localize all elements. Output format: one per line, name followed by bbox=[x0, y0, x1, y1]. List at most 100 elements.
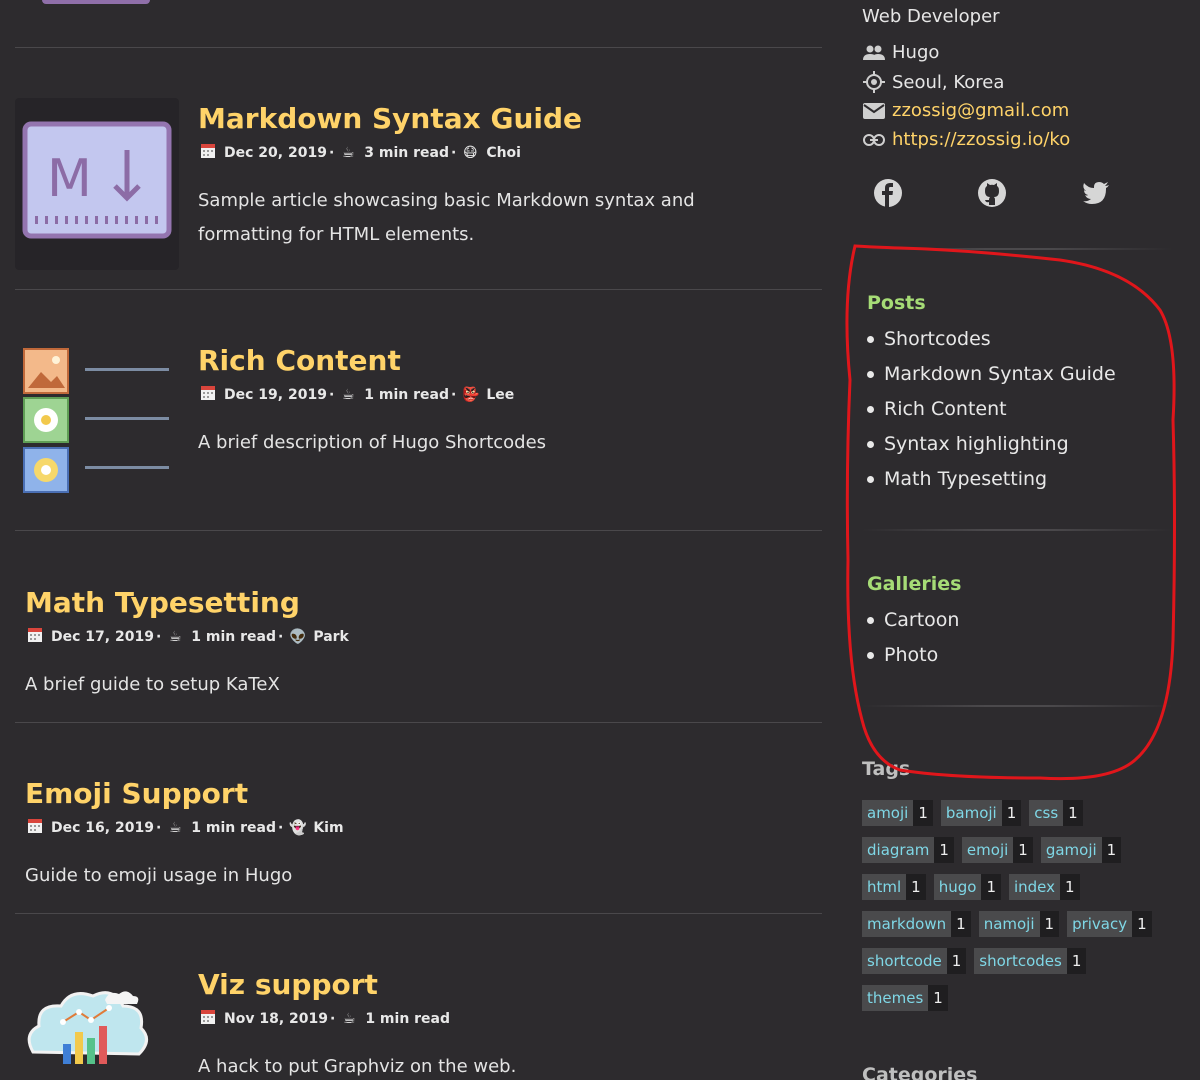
post-meta: Dec 20, 2019 · ☕ 3 min read · 😷 Choi bbox=[200, 144, 521, 162]
viz-thumbnail[interactable] bbox=[23, 982, 153, 1080]
tag-item[interactable]: gamoji 1 bbox=[1040, 837, 1122, 863]
post-date: Dec 17, 2019 bbox=[51, 629, 154, 645]
post-read-time: 1 min read bbox=[191, 820, 276, 836]
post-title[interactable]: Markdown Syntax Guide bbox=[198, 102, 582, 135]
divider bbox=[15, 47, 822, 48]
post-meta: Dec 19, 2019 · ☕ 1 min read · 👺 Lee bbox=[200, 386, 514, 404]
profile-role: Web Developer bbox=[862, 6, 1000, 27]
sidebar-divider bbox=[862, 248, 1172, 250]
tag-count: 1 bbox=[928, 985, 948, 1011]
calendar-icon bbox=[200, 1010, 216, 1028]
post-read-time: 3 min read bbox=[364, 145, 449, 161]
calendar-icon bbox=[27, 628, 43, 646]
recent-post-item[interactable]: Markdown Syntax Guide bbox=[867, 357, 1116, 392]
divider bbox=[15, 530, 822, 531]
tag-count: 1 bbox=[1063, 800, 1083, 826]
profile-org-text: Hugo bbox=[892, 42, 940, 63]
post-date: Dec 19, 2019 bbox=[224, 387, 327, 403]
tag-item[interactable]: namoji 1 bbox=[978, 911, 1060, 937]
calendar-icon bbox=[200, 144, 216, 162]
tag-count: 1 bbox=[934, 837, 954, 863]
link-icon bbox=[862, 133, 886, 146]
post-meta: Dec 16, 2019 · ☕ 1 min read · 👻 Kim bbox=[27, 819, 344, 837]
github-icon[interactable] bbox=[977, 178, 1007, 208]
tag-item[interactable]: html 1 bbox=[862, 874, 926, 900]
categories-heading: Categories bbox=[862, 1064, 978, 1080]
tag-name: diagram bbox=[862, 837, 935, 863]
tag-name: shortcodes bbox=[974, 948, 1067, 974]
tag-name: bamoji bbox=[940, 800, 1002, 826]
tag-name: css bbox=[1029, 800, 1064, 826]
tag-name: gamoji bbox=[1040, 837, 1102, 863]
tag-item[interactable]: bamoji 1 bbox=[940, 800, 1022, 826]
website-link[interactable]: https://zzossig.io/ko bbox=[892, 129, 1070, 150]
post-summary: A brief description of Hugo Shortcodes bbox=[198, 432, 547, 453]
coffee-icon: ☕ bbox=[343, 1011, 356, 1027]
author-avatar-icon: 👺 bbox=[462, 387, 480, 403]
tag-name: privacy bbox=[1067, 911, 1133, 937]
recent-posts-list: Shortcodes Markdown Syntax Guide Rich Co… bbox=[867, 322, 1116, 497]
tag-item[interactable]: amoji 1 bbox=[862, 800, 933, 826]
tag-item[interactable]: shortcode 1 bbox=[862, 948, 967, 974]
post-list: M Markdown Syntax Guide Dec 20, 2019 · ☕ … bbox=[15, 0, 822, 1080]
post-read-time: 1 min read bbox=[191, 629, 276, 645]
markdown-thumbnail[interactable]: M bbox=[15, 98, 179, 270]
post-summary: A brief guide to setup KaTeX bbox=[25, 674, 280, 695]
recent-post-item[interactable]: Shortcodes bbox=[867, 322, 1116, 357]
tag-count: 1 bbox=[1039, 911, 1060, 937]
previous-post-thumbnail[interactable] bbox=[42, 0, 150, 4]
twitter-icon[interactable] bbox=[1081, 178, 1111, 208]
tag-row: themes 1 bbox=[862, 985, 956, 1011]
svg-text:M: M bbox=[47, 149, 92, 209]
post-summary: Guide to emoji usage in Hugo bbox=[25, 865, 293, 886]
tag-name: index bbox=[1008, 874, 1061, 900]
tag-count: 1 bbox=[1001, 800, 1022, 826]
gallery-item[interactable]: Cartoon bbox=[867, 603, 959, 638]
recent-post-item[interactable]: Syntax highlighting bbox=[867, 427, 1116, 462]
profile-website: https://zzossig.io/ko bbox=[862, 129, 1070, 150]
email-link[interactable]: zzossig@gmail.com bbox=[892, 100, 1069, 121]
tag-item[interactable]: themes 1 bbox=[862, 985, 948, 1011]
tag-item[interactable]: shortcodes 1 bbox=[974, 948, 1087, 974]
recent-post-item[interactable]: Math Typesetting bbox=[867, 462, 1116, 497]
post-meta: Nov 18, 2019 · ☕ 1 min read bbox=[200, 1010, 450, 1028]
tag-row: amoji 1 bamoji 1 css 1 bbox=[862, 800, 1091, 826]
post-title[interactable]: Viz support bbox=[198, 968, 378, 1001]
post-title[interactable]: Math Typesetting bbox=[25, 586, 300, 619]
tag-count: 1 bbox=[1101, 837, 1122, 863]
tag-item[interactable]: hugo 1 bbox=[933, 874, 1001, 900]
tag-count: 1 bbox=[1060, 874, 1080, 900]
recent-post-item[interactable]: Rich Content bbox=[867, 392, 1116, 427]
divider bbox=[15, 289, 822, 290]
tag-count: 1 bbox=[1066, 948, 1087, 974]
gallery-item[interactable]: Photo bbox=[867, 638, 959, 673]
author-avatar-icon: 😷 bbox=[463, 145, 478, 161]
profile-location: Seoul, Korea bbox=[862, 71, 1004, 93]
tag-item[interactable]: index 1 bbox=[1008, 874, 1080, 900]
tag-item[interactable]: css 1 bbox=[1029, 800, 1083, 826]
galleries-heading: Galleries bbox=[867, 573, 962, 595]
tag-item[interactable]: markdown 1 bbox=[862, 911, 971, 937]
facebook-icon[interactable] bbox=[873, 178, 903, 208]
profile-org: Hugo bbox=[862, 42, 939, 63]
sidebar: Web Developer Hugo Seoul, Korea zzossig@… bbox=[862, 0, 1172, 1080]
tag-item[interactable]: emoji 1 bbox=[961, 837, 1033, 863]
post-date: Dec 20, 2019 bbox=[224, 145, 327, 161]
divider bbox=[15, 913, 822, 914]
post-author[interactable]: Kim bbox=[313, 820, 343, 836]
tag-row: html 1 hugo 1 index 1 bbox=[862, 874, 1088, 900]
tag-name: shortcode bbox=[862, 948, 947, 974]
tag-name: amoji bbox=[862, 800, 914, 826]
posts-heading: Posts bbox=[867, 292, 926, 314]
post-title[interactable]: Emoji Support bbox=[25, 777, 248, 810]
rich-content-thumbnail[interactable] bbox=[23, 348, 173, 494]
post-author[interactable]: Lee bbox=[486, 387, 514, 403]
post-author[interactable]: Park bbox=[313, 629, 349, 645]
tag-item[interactable]: diagram 1 bbox=[862, 837, 954, 863]
tag-count: 1 bbox=[951, 911, 971, 937]
tag-item[interactable]: privacy 1 bbox=[1067, 911, 1152, 937]
post-read-time: 1 min read bbox=[365, 1011, 451, 1027]
post-author[interactable]: Choi bbox=[486, 145, 521, 161]
tag-count: 1 bbox=[1013, 837, 1033, 863]
post-title[interactable]: Rich Content bbox=[198, 344, 401, 377]
